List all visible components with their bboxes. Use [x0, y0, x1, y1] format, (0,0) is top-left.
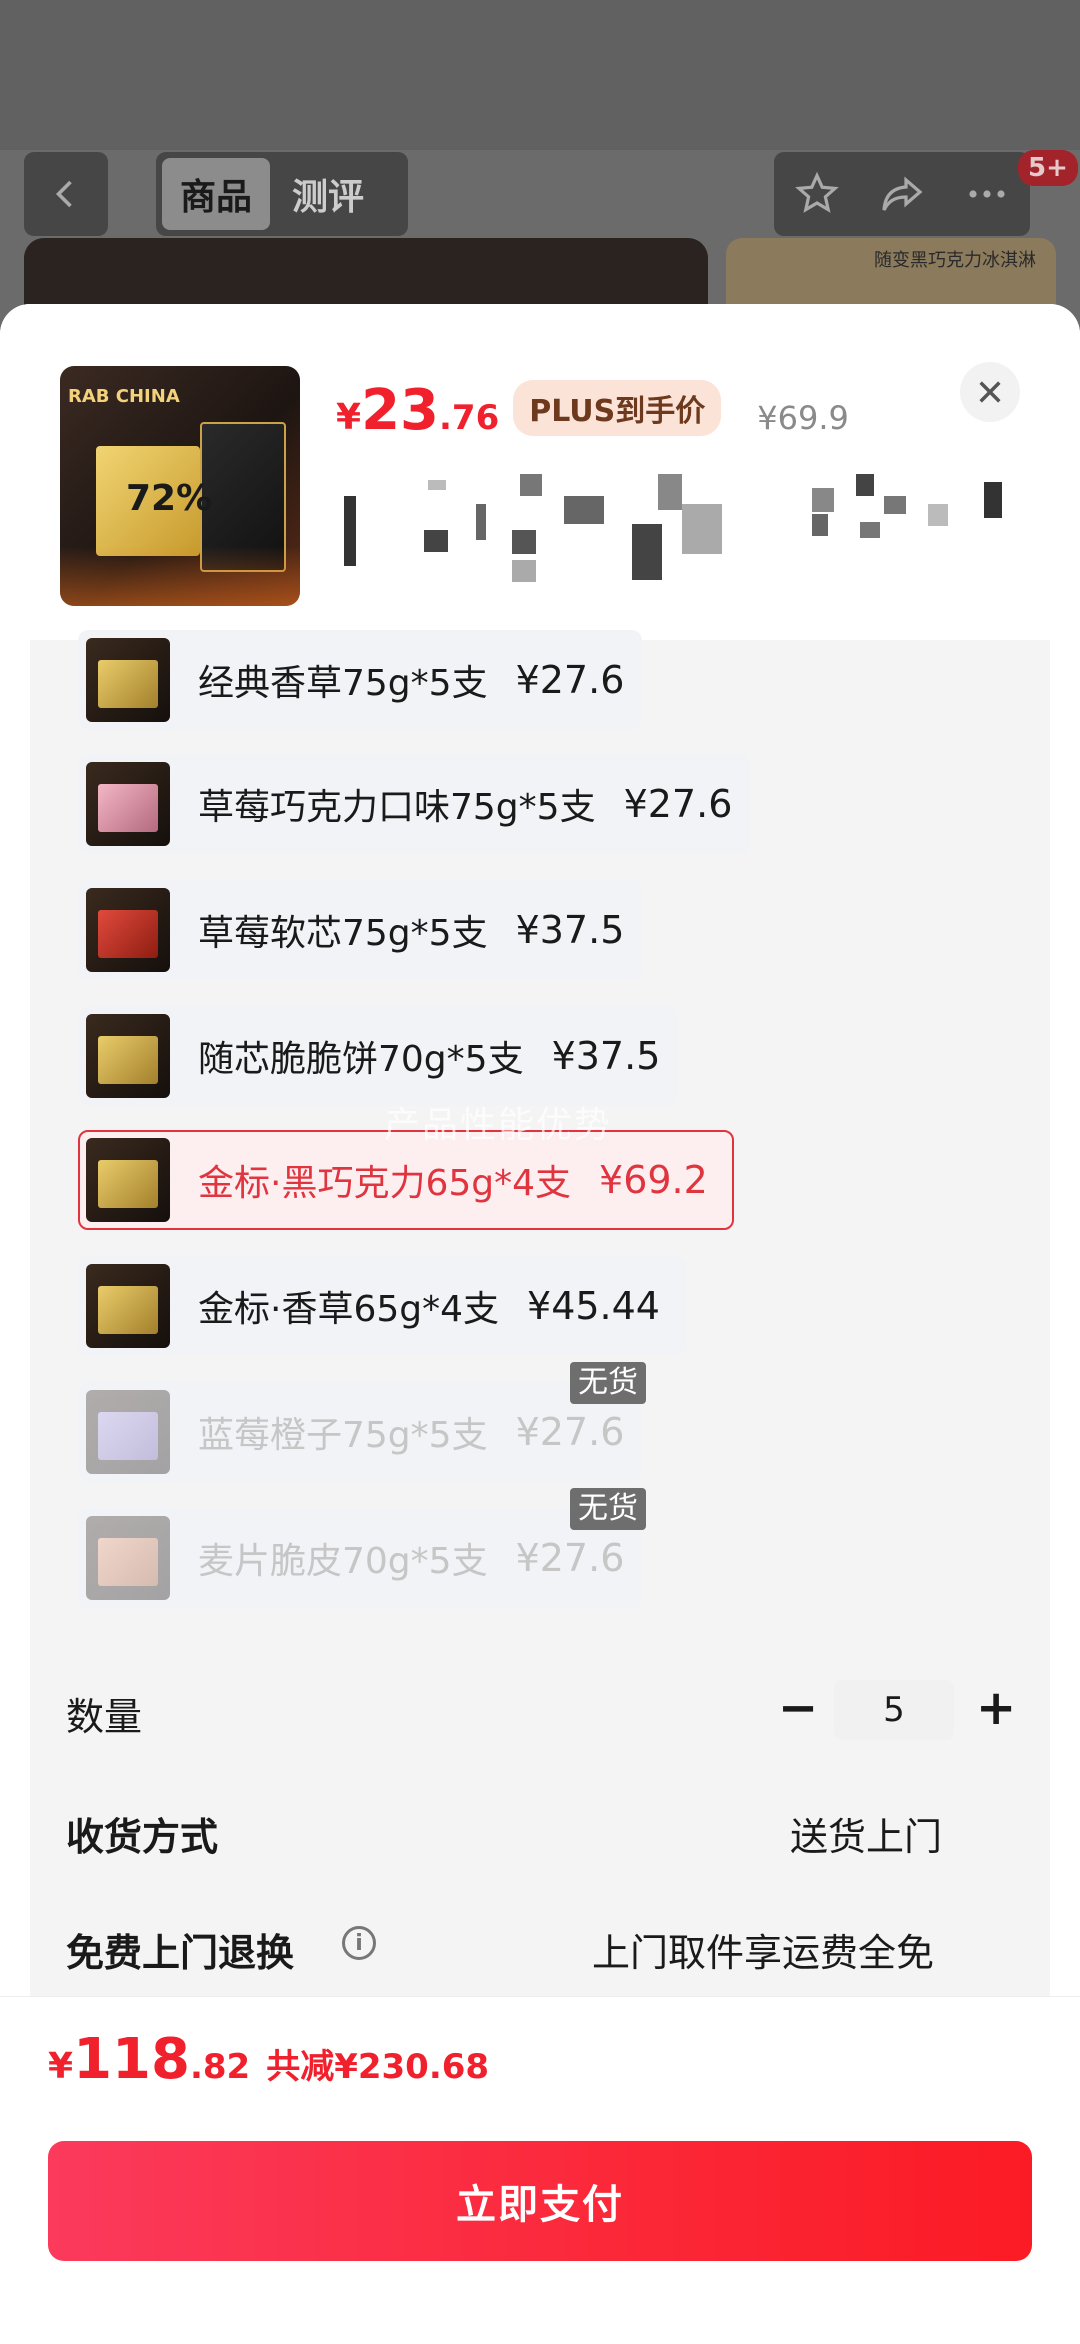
option-label: 随芯脆脆饼70g*5支 [198, 1039, 524, 1080]
blurred-product-title [336, 474, 1016, 584]
sku-option[interactable]: 经典香草75g*5支 ¥27.6 [78, 630, 642, 730]
total-integer: 118 [73, 2027, 190, 2092]
total-symbol: ¥ [48, 2046, 74, 2087]
quantity-value[interactable]: 5 [834, 1680, 954, 1740]
more-icon[interactable] [963, 170, 1011, 218]
option-label: 蓝莓橙子75g*5支 [198, 1415, 488, 1456]
sheet-header: RAB CHINA 72% ¥ 23 .76 PLUS到手价 ¥69.9 [0, 304, 1080, 640]
return-service-value: 上门取件享运费全免 [592, 1931, 935, 1975]
package-graphic: 72% [126, 478, 213, 519]
info-icon[interactable]: i [342, 1926, 376, 1960]
option-label: 经典香草75g*5支 [198, 663, 488, 704]
product-thumbnail: RAB CHINA 72% [60, 366, 300, 606]
chevron-left-icon [55, 180, 72, 208]
option-label: 麦片脆皮70g*5支 [198, 1541, 488, 1582]
option-label: 金标·黑巧克力65g*4支 [198, 1163, 572, 1204]
sku-option[interactable]: 草莓软芯75g*5支 ¥37.5 [78, 880, 642, 980]
back-button[interactable] [24, 152, 108, 236]
option-thumbnail [86, 888, 170, 972]
option-price: ¥27.6 [515, 1536, 625, 1580]
original-price: ¥69.9 [757, 399, 849, 437]
option-thumbnail [86, 1264, 170, 1348]
sku-option-disabled: 蓝莓橙子75g*5支 ¥27.6 [78, 1382, 642, 1482]
option-price: ¥37.5 [551, 1034, 661, 1078]
pay-now-button[interactable]: 立即支付 [48, 2141, 1032, 2261]
banner-text: 随变黑巧克力冰淇淋 [874, 250, 1036, 271]
sku-option[interactable]: 金标·香草65g*4支 ¥45.44 [78, 1256, 686, 1356]
total-decimal: .82 [189, 2047, 251, 2087]
option-price: ¥45.44 [527, 1284, 660, 1328]
brand-logo-image: RAB CHINA [68, 386, 180, 407]
option-thumbnail [86, 1138, 170, 1222]
option-label: 草莓软芯75g*5支 [198, 913, 488, 954]
delivery-value[interactable]: 送货上门 [790, 1806, 942, 1861]
option-thumbnail [86, 1390, 170, 1474]
plus-price-badge: PLUS到手价 [513, 380, 722, 436]
quantity-decrease-button[interactable]: − [778, 1684, 818, 1732]
sku-option[interactable]: 草莓巧克力口味75g*5支 ¥27.6 [78, 754, 750, 854]
price-decimal: .76 [439, 398, 500, 438]
total-saved: 共减¥230.68 [266, 2047, 490, 2087]
option-price: ¥27.6 [515, 1410, 625, 1454]
option-thumbnail [86, 1014, 170, 1098]
option-thumbnail [86, 762, 170, 846]
quantity-label: 数量 [66, 1695, 143, 1739]
close-button[interactable] [960, 362, 1020, 422]
soldout-badge: 无货 [570, 1362, 646, 1404]
tab-reviews[interactable]: 测评 [274, 158, 382, 230]
price-row: ¥ 23 .76 PLUS到手价 ¥69.9 [336, 378, 849, 444]
top-actions [774, 152, 1030, 236]
option-label: 草莓巧克力口味75g*5支 [198, 787, 596, 828]
close-icon [979, 381, 1001, 403]
background-status-area [0, 0, 1080, 150]
watermark-text: 产品性能优势 [384, 1105, 613, 1146]
return-service-label: 免费上门退换 [66, 1931, 295, 1975]
option-thumbnail [86, 638, 170, 722]
delivery-label: 收货方式 [66, 1815, 219, 1859]
checkout-bar: ¥ 118 .82 共减¥230.68 立即支付 [0, 1996, 1080, 2344]
option-label: 金标·香草65g*4支 [198, 1289, 500, 1330]
quantity-increase-button[interactable]: + [976, 1684, 1016, 1732]
option-price: ¥27.6 [623, 782, 733, 826]
option-thumbnail [86, 1516, 170, 1600]
soldout-badge: 无货 [570, 1488, 646, 1530]
star-icon[interactable] [793, 170, 841, 218]
cart-badge: 5+ [1018, 150, 1078, 186]
price-symbol: ¥ [336, 397, 362, 438]
option-price: ¥69.2 [599, 1158, 708, 1202]
tab-goods[interactable]: 商品 [162, 158, 271, 230]
share-icon[interactable] [878, 170, 926, 218]
sku-option[interactable]: 随芯脆脆饼70g*5支 ¥37.5 [78, 1006, 678, 1106]
option-price: ¥27.6 [515, 658, 625, 702]
option-price: ¥37.5 [515, 908, 625, 952]
product-tabs: 商品 测评 [156, 152, 408, 236]
total-price: ¥ 118 .82 共减¥230.68 [48, 2027, 489, 2092]
sku-option-disabled: 麦片脆皮70g*5支 ¥27.6 [78, 1508, 642, 1608]
price-integer: 23 [361, 378, 439, 443]
